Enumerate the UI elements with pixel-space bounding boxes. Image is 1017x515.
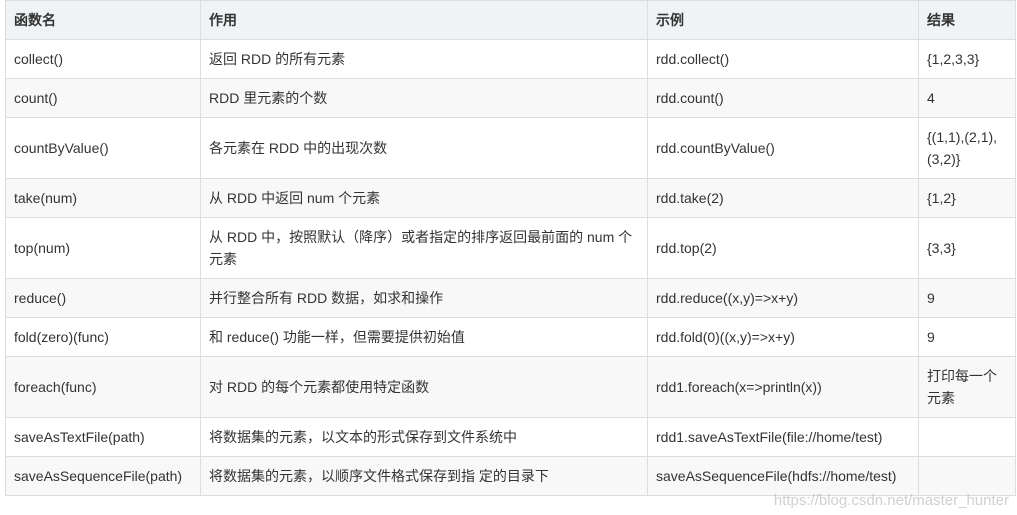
table-row: foreach(func) 对 RDD 的每个元素都使用特定函数 rdd1.fo… — [5, 356, 1016, 418]
cell-purpose: 各元素在 RDD 中的出现次数 — [200, 117, 648, 179]
cell-purpose: 将数据集的元素，以顺序文件格式保存到指 定的目录下 — [200, 456, 648, 496]
header-example: 示例 — [647, 0, 919, 40]
cell-result: 9 — [918, 317, 1016, 357]
cell-function-name: reduce() — [5, 278, 201, 318]
table-row: reduce() 并行整合所有 RDD 数据，如求和操作 rdd.reduce(… — [5, 278, 1016, 318]
cell-result: {(1,1),(2,1),(3,2)} — [918, 117, 1016, 179]
table-row: countByValue() 各元素在 RDD 中的出现次数 rdd.count… — [5, 117, 1016, 179]
cell-function-name: foreach(func) — [5, 356, 201, 418]
cell-result: 4 — [918, 78, 1016, 118]
cell-function-name: top(num) — [5, 217, 201, 279]
cell-result: 打印每一个元素 — [918, 356, 1016, 418]
cell-function-name: take(num) — [5, 178, 201, 218]
header-result: 结果 — [918, 0, 1016, 40]
table-row: saveAsSequenceFile(path) 将数据集的元素，以顺序文件格式… — [5, 456, 1016, 496]
table-row: fold(zero)(func) 和 reduce() 功能一样，但需要提供初始… — [5, 317, 1016, 357]
table-row: collect() 返回 RDD 的所有元素 rdd.collect() {1,… — [5, 39, 1016, 79]
table-row: saveAsTextFile(path) 将数据集的元素，以文本的形式保存到文件… — [5, 417, 1016, 457]
table-row: top(num) 从 RDD 中，按照默认（降序）或者指定的排序返回最前面的 n… — [5, 217, 1016, 279]
cell-purpose: 从 RDD 中，按照默认（降序）或者指定的排序返回最前面的 num 个元素 — [200, 217, 648, 279]
cell-example: rdd.count() — [647, 78, 919, 118]
cell-purpose: 并行整合所有 RDD 数据，如求和操作 — [200, 278, 648, 318]
cell-result: {1,2,3,3} — [918, 39, 1016, 79]
cell-example: saveAsSequenceFile(hdfs://home/test) — [647, 456, 919, 496]
cell-purpose: 对 RDD 的每个元素都使用特定函数 — [200, 356, 648, 418]
cell-function-name: collect() — [5, 39, 201, 79]
cell-example: rdd.countByValue() — [647, 117, 919, 179]
cell-function-name: fold(zero)(func) — [5, 317, 201, 357]
cell-example: rdd.top(2) — [647, 217, 919, 279]
cell-example: rdd.take(2) — [647, 178, 919, 218]
cell-purpose: RDD 里元素的个数 — [200, 78, 648, 118]
cell-purpose: 从 RDD 中返回 num 个元素 — [200, 178, 648, 218]
header-purpose: 作用 — [200, 0, 648, 40]
cell-result: {3,3} — [918, 217, 1016, 279]
cell-purpose: 返回 RDD 的所有元素 — [200, 39, 648, 79]
table-row: count() RDD 里元素的个数 rdd.count() 4 — [5, 78, 1016, 118]
cell-function-name: saveAsSequenceFile(path) — [5, 456, 201, 496]
cell-example: rdd.reduce((x,y)=>x+y) — [647, 278, 919, 318]
cell-result — [918, 456, 1016, 496]
table-row: take(num) 从 RDD 中返回 num 个元素 rdd.take(2) … — [5, 178, 1016, 218]
cell-function-name: count() — [5, 78, 201, 118]
cell-result: 9 — [918, 278, 1016, 318]
cell-purpose: 和 reduce() 功能一样，但需要提供初始值 — [200, 317, 648, 357]
cell-purpose: 将数据集的元素，以文本的形式保存到文件系统中 — [200, 417, 648, 457]
cell-function-name: countByValue() — [5, 117, 201, 179]
cell-example: rdd1.saveAsTextFile(file://home/test) — [647, 417, 919, 457]
cell-result: {1,2} — [918, 178, 1016, 218]
header-function-name: 函数名 — [5, 0, 201, 40]
cell-example: rdd.fold(0)((x,y)=>x+y) — [647, 317, 919, 357]
rdd-actions-table: 函数名 作用 示例 结果 collect() 返回 RDD 的所有元素 rdd.… — [5, 0, 1016, 496]
cell-function-name: saveAsTextFile(path) — [5, 417, 201, 457]
table-header-row: 函数名 作用 示例 结果 — [5, 0, 1016, 40]
cell-result — [918, 417, 1016, 457]
cell-example: rdd1.foreach(x=>println(x)) — [647, 356, 919, 418]
cell-example: rdd.collect() — [647, 39, 919, 79]
